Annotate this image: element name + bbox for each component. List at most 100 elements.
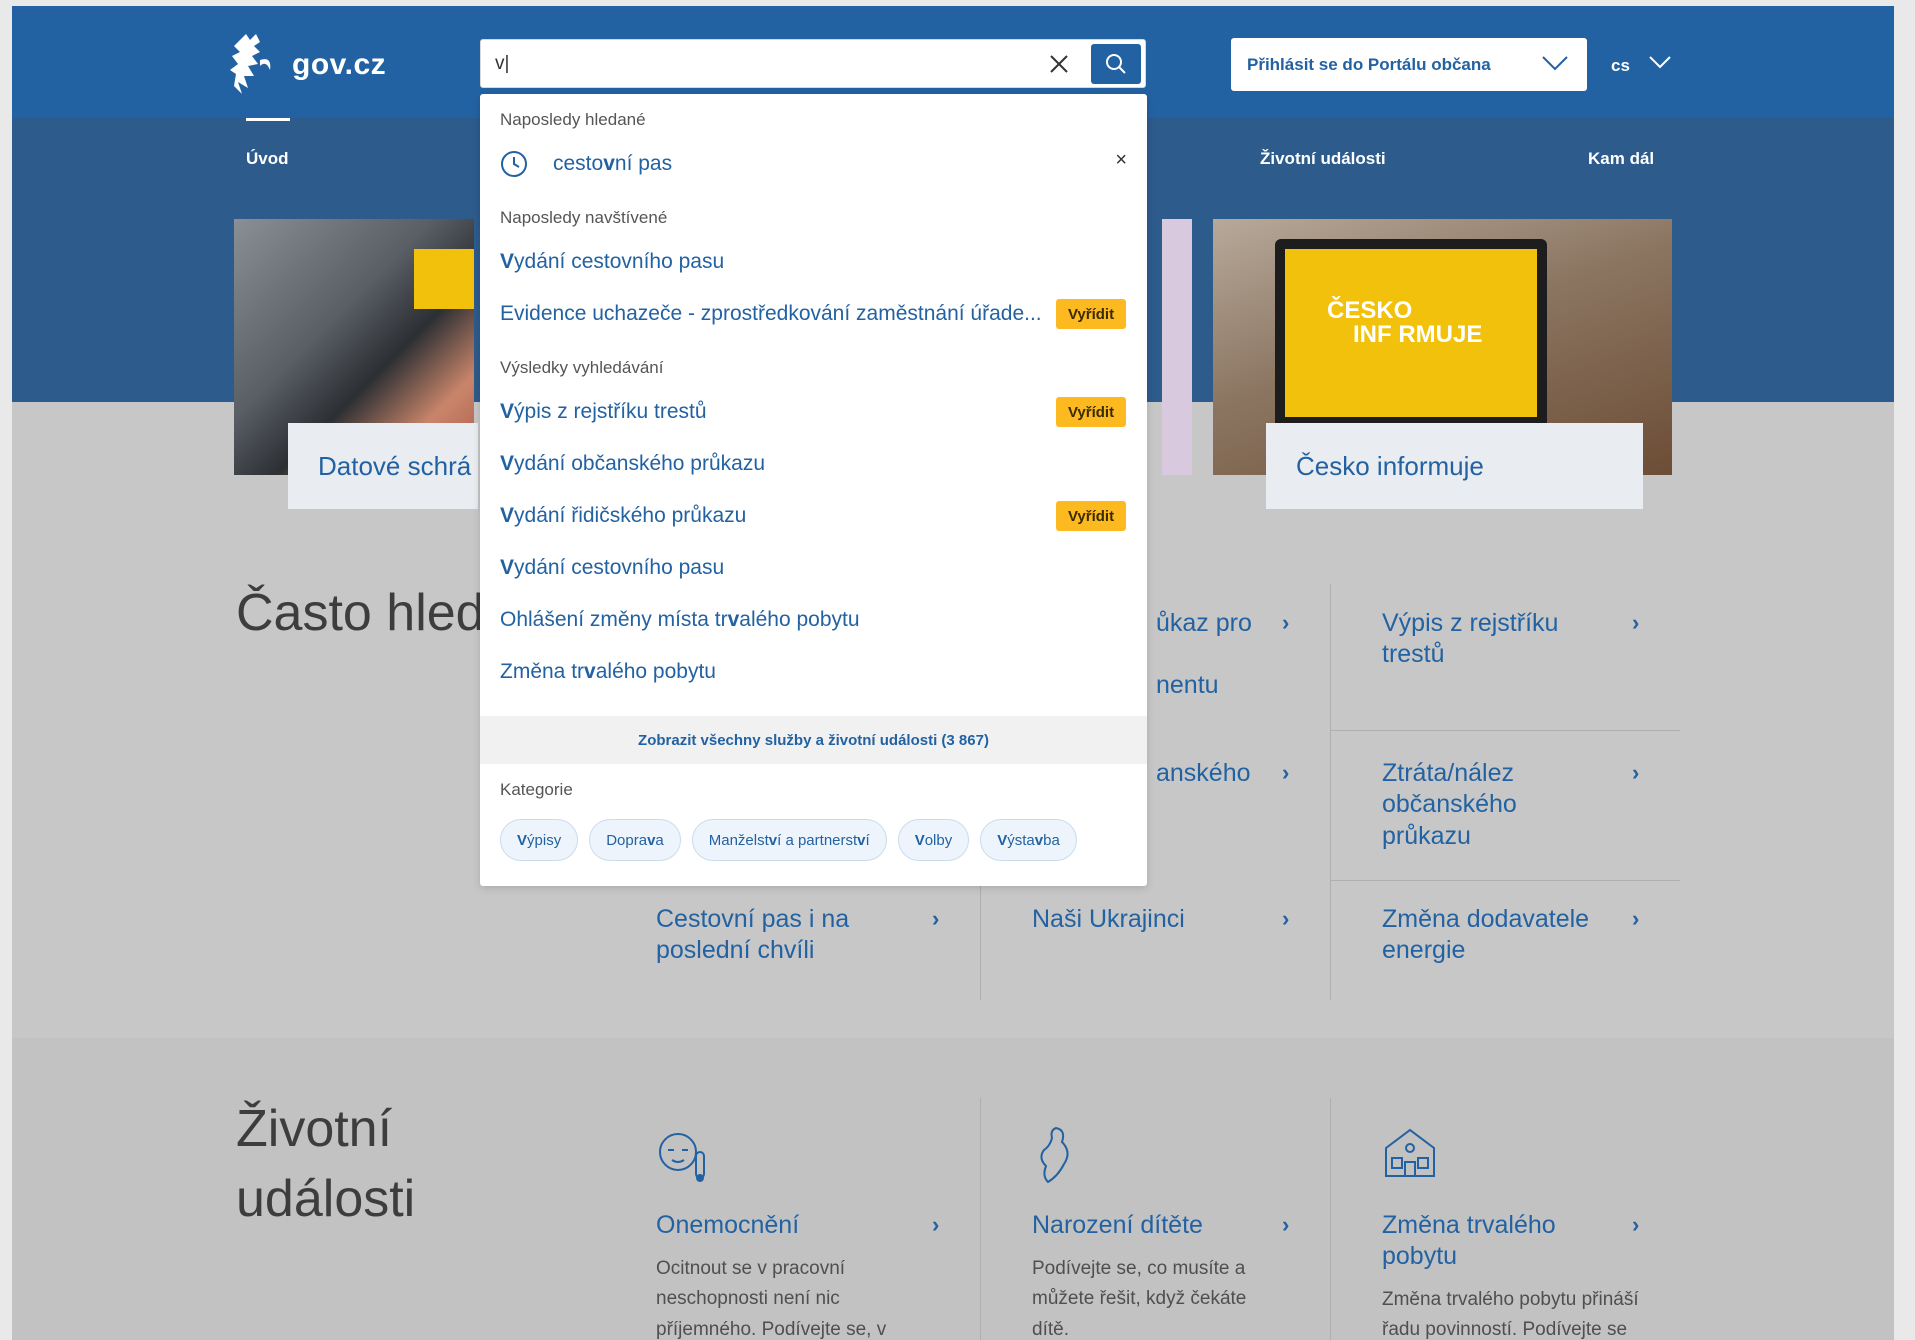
hero-card-label-cesko[interactable]: Česko informuje — [1266, 423, 1643, 509]
search-result-item[interactable]: Vydání občanského průkazu — [500, 452, 765, 476]
life-event-title-onemocneni[interactable]: Onemocnění — [656, 1210, 799, 1241]
match-text: Dopra — [606, 831, 648, 849]
search-result-item[interactable]: Výpis z rejstříku trestů — [500, 400, 707, 424]
match-text: Změna tr — [500, 660, 585, 683]
action-badge[interactable]: Vyřídit — [1056, 299, 1126, 329]
match-text: ba — [1043, 831, 1060, 849]
chevron-down-icon[interactable] — [1648, 54, 1672, 70]
match-highlight: v — [584, 660, 596, 683]
hero-image-accent — [414, 249, 474, 309]
chevron-right-icon: › — [1282, 1212, 1290, 1237]
match-text: ýpisy — [527, 831, 562, 849]
language-switcher[interactable]: cs — [1611, 56, 1630, 76]
grid-divider — [1330, 1098, 1331, 1340]
hero-card-label-datove[interactable]: Datové schrá — [288, 423, 478, 509]
search-result-item[interactable]: Ohlášení změny místa trvalého pobytu — [500, 608, 860, 632]
match-text: Evidence uchazeče - zprostředkování zamě… — [500, 302, 1042, 325]
logo-text: gov.cz — [292, 48, 387, 81]
match-highlight: v — [768, 831, 778, 849]
action-badge[interactable]: Vyřídit — [1056, 501, 1126, 531]
match-highlight: v — [727, 608, 740, 631]
match-highlight: V — [500, 504, 515, 527]
category-chip-doprava[interactable]: Dopra v a — [589, 819, 681, 861]
page-frame: gov.cz Přihlásit se do Portálu občana cs… — [12, 6, 1894, 1340]
chevron-right-icon: › — [1632, 906, 1640, 931]
match-text: cesto — [553, 152, 604, 175]
category-chip-vystavba[interactable]: Výsta v ba — [980, 819, 1077, 861]
match-text: olby — [924, 831, 953, 849]
category-chip-vypisy[interactable]: Výpisy — [500, 819, 579, 861]
grid-divider — [1330, 584, 1331, 1000]
frequent-link-cestovni-pas[interactable]: Cestovní pas i na poslední chvíli — [656, 904, 876, 967]
frequent-link[interactable]: ůkaz pro — [1156, 608, 1252, 639]
match-text: ýpis z rejstříku trestů — [514, 400, 707, 423]
search-icon — [1106, 54, 1126, 74]
life-event-desc: Ocitnout se v pracovní neschopnosti není… — [656, 1258, 887, 1340]
match-highlight: v — [1034, 831, 1044, 849]
match-text: alého pobytu — [739, 608, 860, 631]
chevron-right-icon: › — [932, 906, 940, 931]
chevron-right-icon: › — [1282, 610, 1290, 635]
recent-visited-heading: Naposledy navštívené — [500, 208, 668, 227]
nav-item-zivotni-udalosti[interactable]: Životní události — [1260, 149, 1386, 169]
frequent-link-vypis[interactable]: Výpis z rejstříku trestů — [1382, 608, 1582, 671]
frequent-link-zmena-dodavatele[interactable]: Změna dodavatele energie — [1382, 904, 1612, 967]
life-events-title: Životní události — [236, 1100, 416, 1229]
chevron-right-icon: › — [1282, 760, 1290, 785]
search-results-heading: Výsledky vyhledávání — [500, 358, 664, 377]
chevron-down-icon — [1542, 56, 1568, 71]
recent-search-item[interactable]: cestovní pas — [553, 152, 672, 176]
search-result-item[interactable]: Změna trvalého pobytu — [500, 660, 716, 684]
nav-item-uvod[interactable]: Úvod — [246, 149, 289, 169]
category-chip-manzelstvi[interactable]: Manželst v í a partnerst v í — [691, 819, 887, 861]
life-event-title-zmena-pobytu[interactable]: Změna trvalého pobytu — [1382, 1210, 1602, 1273]
action-badge[interactable]: Vyřídit — [1056, 397, 1126, 427]
life-event-desc: Podívejte se, co musíte a můžete řešit, … — [1032, 1258, 1247, 1340]
screen-text-line1: ČESKO — [1327, 297, 1413, 324]
match-text: ydání cestovního pasu — [514, 556, 725, 579]
frequent-section-title: Často hled — [236, 584, 485, 642]
frequent-link-nasi-ukrajinci[interactable]: Naši Ukrajinci — [1032, 904, 1185, 935]
remove-recent-search-button[interactable]: × — [1115, 149, 1127, 172]
recent-visited-item[interactable]: Vydání cestovního pasu — [500, 250, 724, 274]
chevron-right-icon: › — [1632, 1212, 1640, 1237]
chevron-right-icon: › — [1632, 760, 1640, 785]
search-result-item[interactable]: Vydání řidičského průkazu — [500, 504, 746, 528]
login-label: Přihlásit se do Portálu občana — [1247, 54, 1491, 74]
lion-emblem-icon — [230, 34, 271, 94]
frequent-link-ztrata[interactable]: Ztráta/nález občanského průkazu — [1382, 758, 1562, 852]
nav-item-kam-dal[interactable]: Kam dál — [1588, 149, 1654, 169]
search-result-item[interactable]: Vydání cestovního pasu — [500, 556, 724, 580]
search-box[interactable] — [480, 39, 1146, 88]
match-text: Manželst — [708, 831, 769, 849]
match-highlight: v — [857, 831, 866, 849]
house-icon — [1385, 1128, 1435, 1177]
recent-visited-item[interactable]: Evidence uchazeče - zprostředkování zamě… — [500, 302, 1042, 326]
pregnancy-icon — [1040, 1126, 1069, 1184]
grid-divider — [1330, 730, 1680, 731]
frequent-link[interactable]: nentu — [1156, 670, 1219, 701]
life-event-title-narozeni[interactable]: Narození dítěte — [1032, 1210, 1203, 1241]
match-text: Ohlášení změny místa tr — [500, 608, 728, 631]
illness-icon — [659, 1133, 705, 1182]
match-text: ydání řidičského průkazu — [514, 504, 747, 527]
search-button[interactable] — [1091, 44, 1141, 84]
categories-heading: Kategorie — [500, 780, 573, 799]
category-chips: Výpisy Dopra v a Manželst v í a partnerst v í … — [500, 819, 1077, 861]
chevron-right-icon: › — [932, 1212, 940, 1237]
match-text: ydání občanského průkazu — [514, 452, 766, 475]
recent-searches-heading: Naposledy hledané — [500, 110, 646, 129]
match-highlight: v — [647, 831, 656, 849]
match-text: í a partnerst — [777, 831, 858, 849]
match-highlight: v — [603, 152, 615, 175]
show-all-results-link[interactable]: Zobrazit všechny služby a životní událos… — [480, 716, 1147, 764]
site-logo[interactable]: gov.cz — [226, 30, 386, 100]
category-chip-volby[interactable]: Volby — [897, 819, 970, 861]
match-text: a — [655, 831, 664, 849]
search-input[interactable] — [495, 48, 1015, 80]
clear-icon[interactable] — [1047, 52, 1071, 76]
chevron-right-icon: › — [1632, 610, 1640, 635]
login-button[interactable]: Přihlásit se do Portálu občana — [1231, 38, 1587, 91]
match-text: alého pobytu — [595, 660, 716, 683]
frequent-link[interactable]: anského — [1156, 758, 1251, 789]
